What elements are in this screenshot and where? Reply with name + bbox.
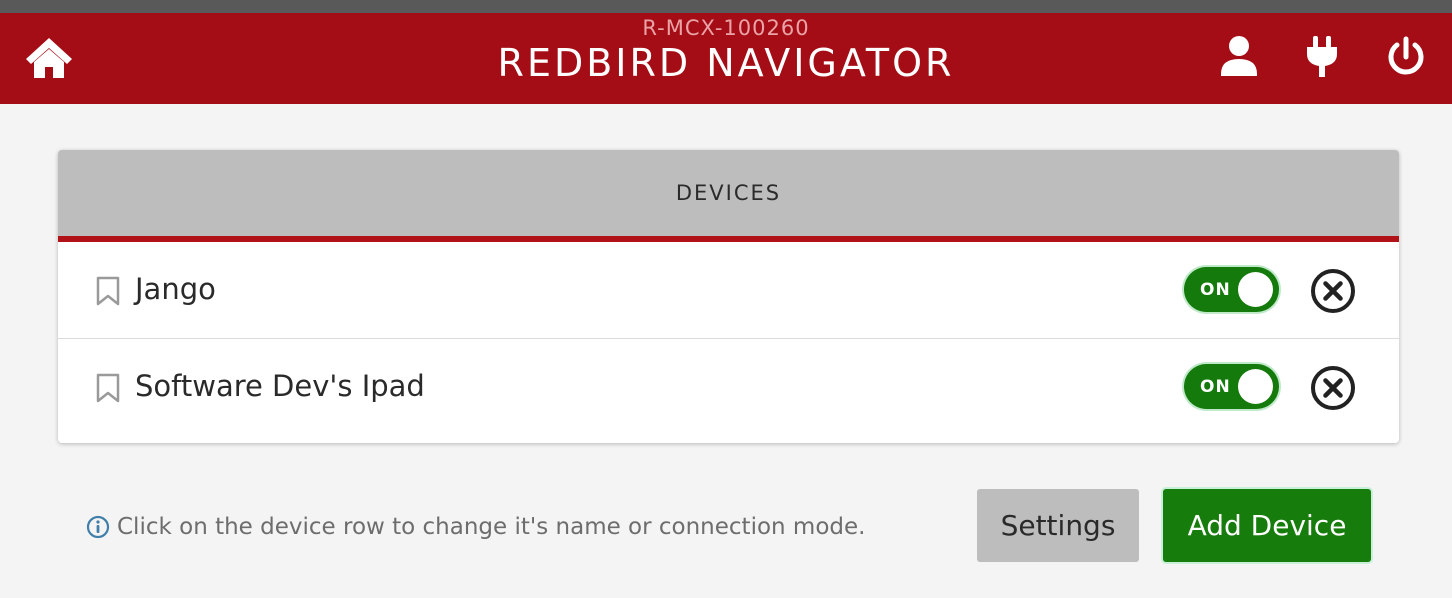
power-button[interactable] (1382, 33, 1430, 83)
user-icon (1221, 36, 1257, 76)
device-name: Jango (135, 272, 216, 306)
bookmark-icon[interactable] (96, 276, 120, 306)
device-row[interactable]: Jango ON (58, 242, 1399, 339)
connection-toggle[interactable]: ON (1184, 364, 1279, 409)
device-name: Software Dev's Ipad (135, 369, 425, 403)
close-circle-icon (1311, 366, 1355, 410)
info-icon (86, 515, 110, 539)
hint-message: Click on the device row to change it's n… (86, 514, 865, 540)
app-header: R-MCX-100260 REDBIRD NAVIGATOR (0, 13, 1452, 104)
toggle-label: ON (1200, 377, 1231, 397)
devices-card: DEVICES Jango ON Software Dev's Ipad ON (58, 150, 1399, 443)
bookmark-icon[interactable] (96, 373, 120, 403)
toggle-knob (1238, 369, 1273, 404)
hint-text: Click on the device row to change it's n… (117, 514, 866, 540)
plug-icon (1307, 36, 1337, 77)
add-device-button[interactable]: Add Device (1163, 489, 1371, 562)
remove-device-button[interactable] (1310, 365, 1356, 411)
close-circle-icon (1311, 269, 1355, 313)
device-row[interactable]: Software Dev's Ipad ON (58, 339, 1399, 436)
toggle-knob (1238, 272, 1273, 307)
settings-button[interactable]: Settings (977, 489, 1139, 562)
top-strip (0, 0, 1452, 13)
connection-toggle[interactable]: ON (1184, 267, 1279, 312)
user-button[interactable] (1215, 33, 1263, 83)
connection-button[interactable] (1298, 33, 1346, 83)
remove-device-button[interactable] (1310, 268, 1356, 314)
devices-title: DEVICES (675, 181, 782, 205)
devices-card-header: DEVICES (58, 150, 1399, 242)
toggle-label: ON (1200, 280, 1231, 300)
power-icon (1388, 36, 1424, 75)
